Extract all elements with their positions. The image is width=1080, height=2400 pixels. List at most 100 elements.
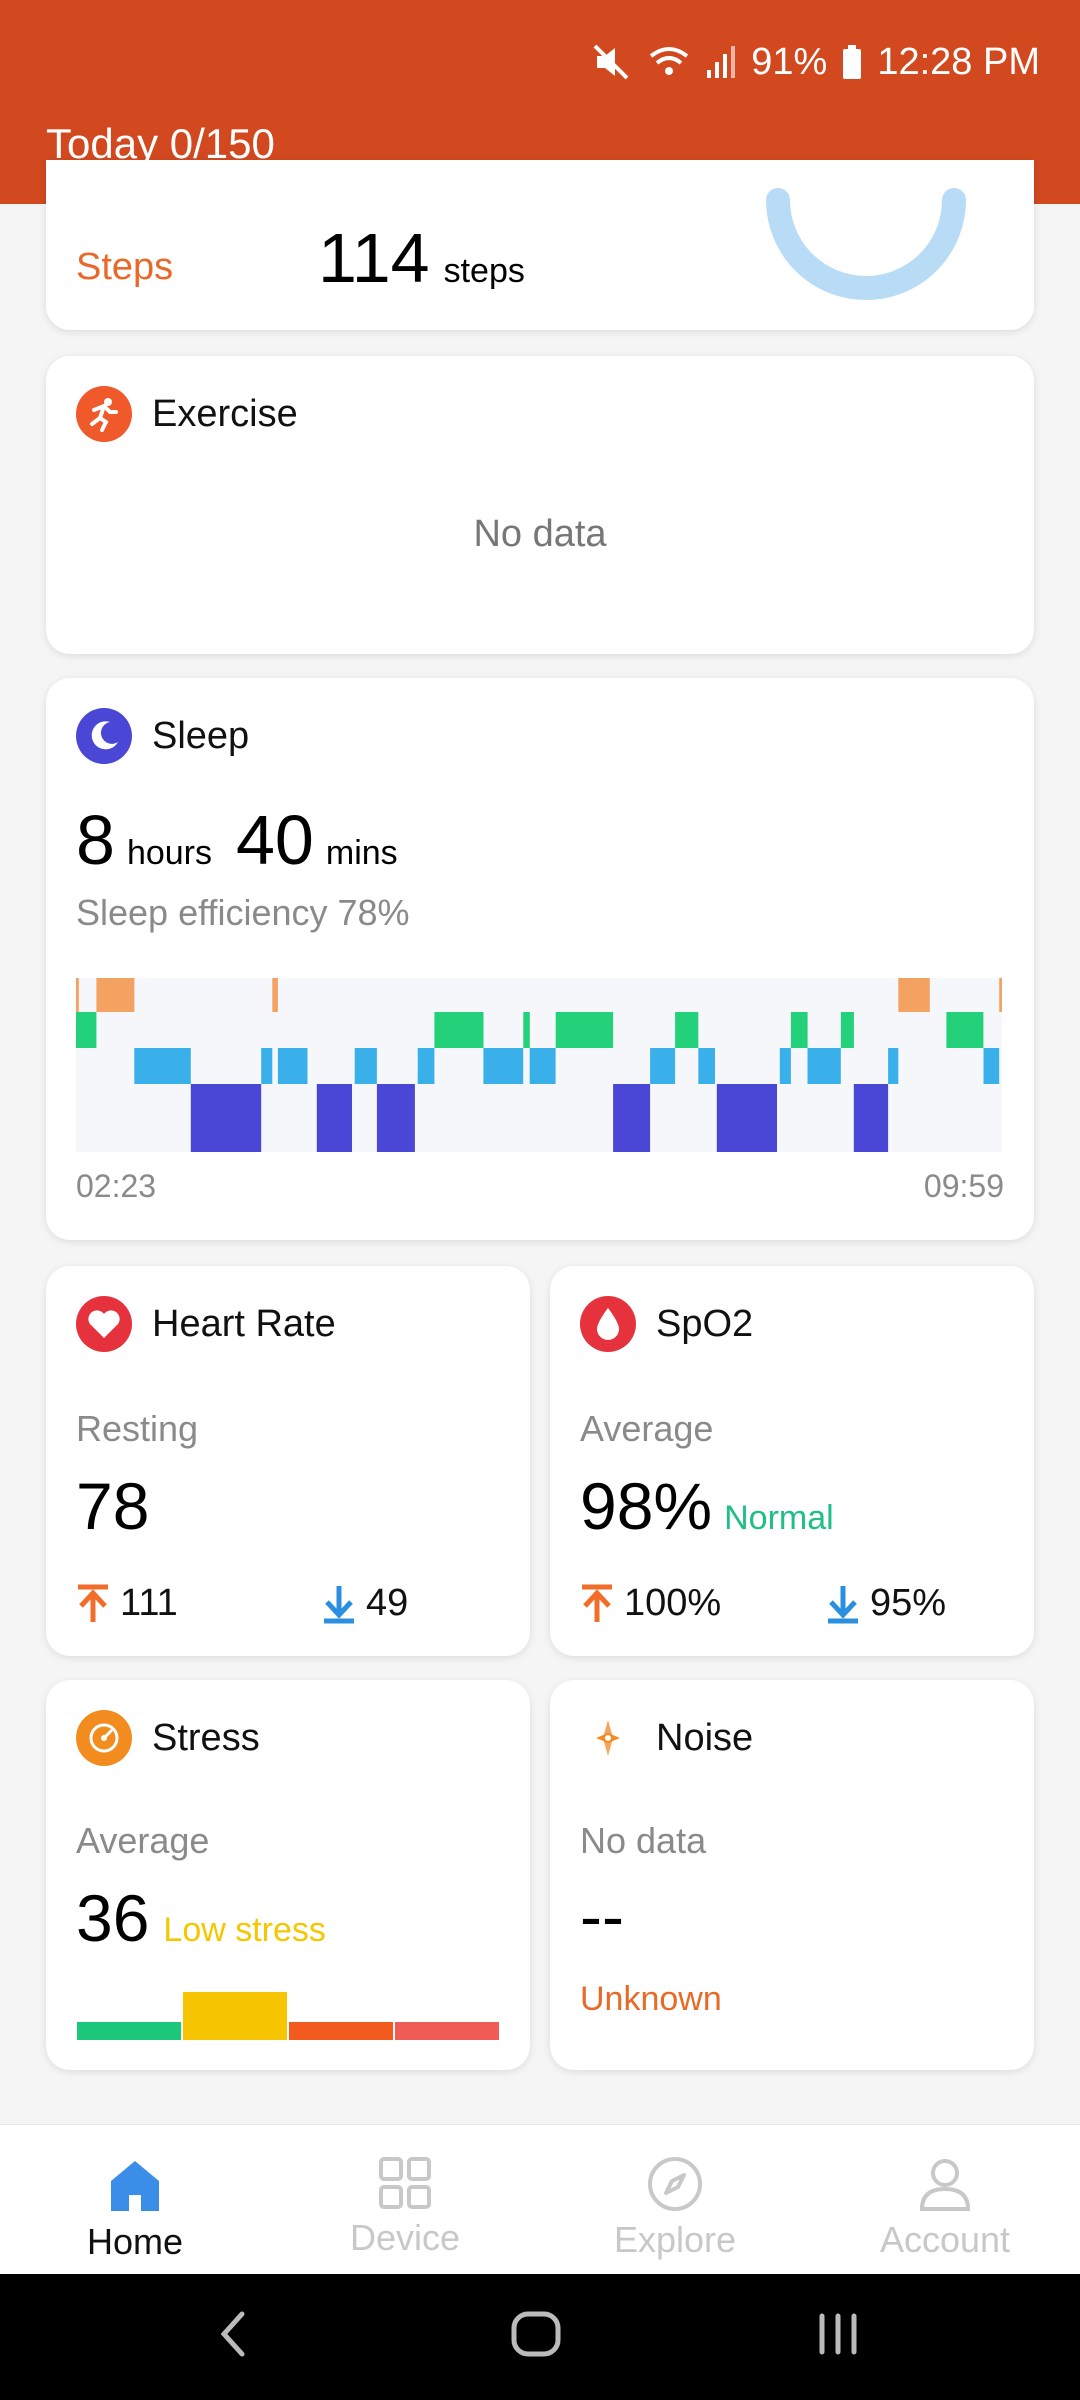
noise-value: -- <box>580 1879 624 1953</box>
sleep-segment-rem <box>790 1012 808 1048</box>
sleep-segment-deep <box>316 1084 352 1152</box>
spo2-value: 98% <box>580 1469 713 1543</box>
sleep-segment-rem <box>76 1012 97 1048</box>
noise-card[interactable]: Noise No data -- Unknown <box>550 1680 1034 2070</box>
sleep-segment-deep <box>376 1084 415 1152</box>
sleep-mins-unit: mins <box>325 834 398 872</box>
steps-unit: steps <box>443 252 525 290</box>
status-bar: 91% 12:28 PM <box>593 40 1040 84</box>
bottom-nav: Home Device Explore Account <box>0 2124 1080 2274</box>
exercise-empty-text: No data <box>473 513 607 555</box>
stress-segment <box>289 2022 393 2040</box>
sleep-segment-light <box>134 1048 191 1084</box>
sleep-segment-light <box>277 1048 308 1084</box>
wifi-icon <box>650 47 689 75</box>
battery-icon <box>843 45 862 79</box>
compass-icon <box>648 2157 702 2211</box>
nav-home[interactable]: Home <box>0 2135 270 2265</box>
steps-card[interactable]: Steps 114 steps <box>46 160 1034 330</box>
arrow-up-icon <box>78 1584 108 1622</box>
spo2-card[interactable]: SpO2 Average 98% Normal 100% 95% <box>550 1266 1034 1656</box>
moon-icon <box>76 708 132 764</box>
stress-card[interactable]: Stress Average 36 Low stress <box>46 1680 530 2070</box>
nav-account[interactable]: Account <box>810 2135 1080 2265</box>
stress-segment-active <box>183 1992 287 2040</box>
sleep-segment-light <box>529 1048 556 1084</box>
stress-segment <box>77 2022 181 2040</box>
noise-status: Unknown <box>580 1980 722 2018</box>
exercise-card[interactable]: Exercise No data <box>46 356 1034 654</box>
heart-rate-high: 111 <box>120 1582 178 1624</box>
heart-rate-label: Resting <box>76 1408 199 1449</box>
sleep-segment-rem <box>434 1012 484 1048</box>
sleep-card[interactable]: Sleep 8 hours 40 mins Sleep efficiency 7… <box>46 678 1034 1240</box>
system-nav-bar <box>0 2274 1080 2400</box>
nav-explore-label: Explore <box>613 2219 737 2260</box>
person-icon <box>919 2159 971 2211</box>
arrow-up-icon <box>582 1584 612 1622</box>
sleep-segment-deep <box>853 1084 889 1152</box>
mute-icon <box>593 44 629 80</box>
device-grid-icon <box>379 2157 431 2209</box>
nav-account-label: Account <box>879 2219 1011 2260</box>
sleep-segment-rem <box>946 1012 984 1048</box>
sleep-segment-light <box>483 1048 524 1084</box>
sleep-mins: 40 <box>236 801 314 879</box>
stress-value: 36 <box>76 1881 150 1955</box>
sleep-segment-light <box>698 1048 715 1084</box>
back-icon[interactable] <box>204 2304 264 2364</box>
exercise-title: Exercise <box>152 392 298 435</box>
sleep-segment-light <box>983 1048 1000 1084</box>
stress-label: Average <box>76 1820 210 1861</box>
sleep-segment-awake <box>272 978 278 1012</box>
sleep-segment-rem <box>555 1012 614 1048</box>
sleep-title: Sleep <box>152 714 250 757</box>
signal-icon <box>707 46 736 78</box>
sleep-segment-awake <box>96 978 135 1012</box>
stress-title: Stress <box>152 1716 260 1759</box>
noise-title: Noise <box>656 1716 754 1759</box>
nav-device[interactable]: Device <box>270 2135 540 2265</box>
heart-rate-card[interactable]: Heart Rate Resting 78 111 49 <box>46 1266 530 1656</box>
heart-rate-title: Heart Rate <box>152 1302 336 1345</box>
spo2-status: Normal <box>724 1499 834 1537</box>
steps-value: 114 <box>318 219 430 297</box>
stress-level-bar <box>76 1992 500 2040</box>
sleep-stage-chart <box>76 978 1002 1152</box>
sleep-segment-deep <box>613 1084 651 1152</box>
steps-progress-ring <box>766 188 966 300</box>
spo2-title: SpO2 <box>656 1302 754 1345</box>
home-circle-icon[interactable] <box>506 2304 566 2364</box>
nav-explore[interactable]: Explore <box>540 2135 810 2265</box>
heart-rate-value: 78 <box>76 1469 150 1543</box>
sleep-segment-awake <box>999 978 1002 1012</box>
sleep-segment-light <box>650 1048 676 1084</box>
spo2-label: Average <box>580 1408 714 1449</box>
sleep-segment-deep <box>716 1084 777 1152</box>
sleep-segment-light <box>779 1048 791 1084</box>
arrow-down-icon <box>324 1585 354 1623</box>
sleep-hours: 8 <box>76 801 115 879</box>
sleep-segment-light <box>417 1048 435 1084</box>
sleep-segment-rem <box>840 1012 854 1048</box>
blood-drop-icon <box>580 1296 636 1352</box>
sleep-segment-rem <box>675 1012 699 1048</box>
gauge-icon <box>76 1710 132 1766</box>
sleep-hours-unit: hours <box>126 834 212 872</box>
heart-icon <box>76 1296 132 1352</box>
sleep-start-time: 02:23 <box>76 1168 157 1204</box>
sleep-segment-light <box>354 1048 377 1084</box>
sleep-segment-light <box>261 1048 273 1084</box>
heart-rate-low: 49 <box>366 1582 409 1624</box>
battery-percent: 91% <box>751 40 828 83</box>
noise-label: No data <box>580 1820 707 1861</box>
recent-apps-icon[interactable] <box>808 2304 868 2364</box>
sleep-segment-rem <box>523 1012 530 1048</box>
sleep-segment-light <box>807 1048 841 1084</box>
stress-status: Low stress <box>163 1911 326 1949</box>
spo2-low: 95% <box>870 1582 947 1624</box>
sleep-segment-awake <box>898 978 930 1012</box>
nav-device-label: Device <box>349 2217 461 2258</box>
clock: 12:28 PM <box>877 40 1040 83</box>
sleep-segment-awake <box>76 978 79 1012</box>
